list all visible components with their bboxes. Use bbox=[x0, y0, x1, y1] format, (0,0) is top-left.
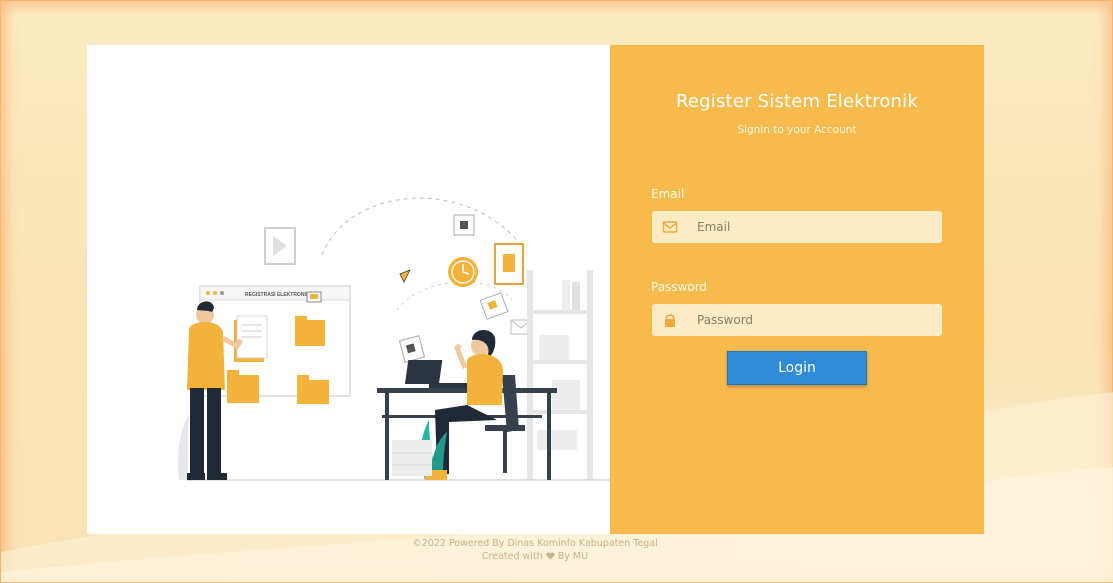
password-field-wrapper bbox=[652, 304, 942, 336]
password-input[interactable] bbox=[697, 304, 927, 336]
illustration-panel: REGISTRASI ELEKTRONIK bbox=[87, 45, 627, 534]
illustration-screen-text: REGISTRASI ELEKTRONIK bbox=[245, 292, 310, 298]
email-field-wrapper bbox=[652, 211, 942, 243]
footer-created-text: Created with bbox=[481, 551, 543, 562]
footer: ©2022 Powered By Dinas Kominfo Kabupaten… bbox=[0, 537, 1070, 563]
page-title: Register Sistem Elektronik bbox=[675, 91, 918, 112]
lock-icon bbox=[665, 314, 675, 327]
footer-author-text: By MU bbox=[557, 551, 589, 562]
heart-icon bbox=[546, 552, 555, 560]
office-illustration: REGISTRASI ELEKTRONIK bbox=[177, 197, 627, 481]
footer-credit: Created with By MU bbox=[0, 550, 1070, 563]
footer-copyright: ©2022 Powered By Dinas Kominfo Kabupaten… bbox=[412, 538, 658, 549]
login-button[interactable]: Login bbox=[727, 351, 867, 385]
email-label: Email bbox=[651, 187, 685, 201]
email-input[interactable] bbox=[697, 211, 927, 243]
page-subtitle: Signin to your Account bbox=[737, 124, 857, 136]
login-panel: Register Sistem Elektronik Signin to you… bbox=[610, 45, 984, 534]
envelope-icon bbox=[662, 221, 678, 233]
password-label: Password bbox=[651, 280, 708, 294]
